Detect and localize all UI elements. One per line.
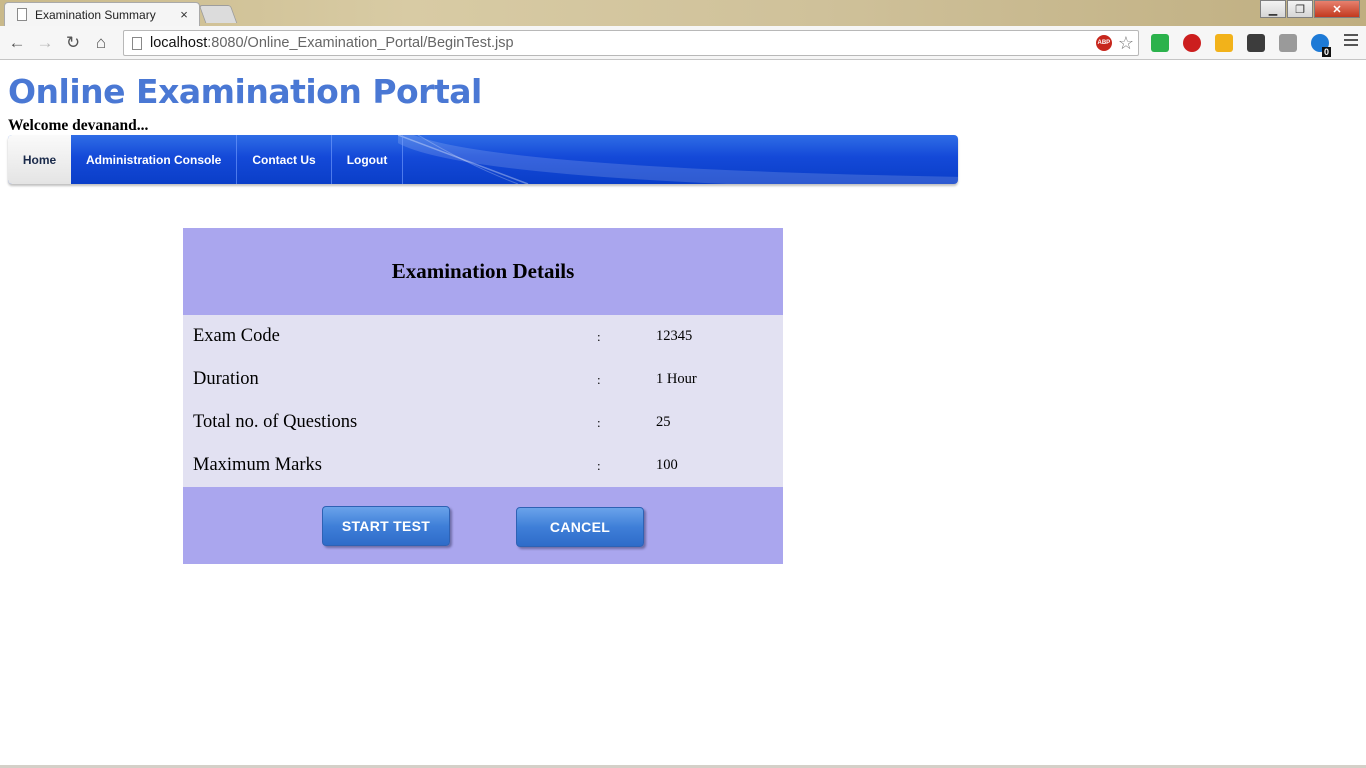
site-title: Online Examination Portal <box>8 72 482 111</box>
detail-value: 100 <box>656 457 678 473</box>
tab-title: Examination Summary <box>35 7 156 22</box>
detail-row-exam-code: Exam Code : 12345 <box>183 315 783 358</box>
detail-row-total-questions: Total no. of Questions : 25 <box>183 401 783 444</box>
nav-administration-console[interactable]: Administration Console <box>71 135 238 184</box>
detail-label: Maximum Marks <box>193 455 322 475</box>
tab-close-icon[interactable]: × <box>177 7 191 22</box>
download-icon[interactable] <box>1276 31 1300 55</box>
back-icon[interactable]: ← <box>3 29 31 57</box>
nav-logout[interactable]: Logout <box>332 135 404 184</box>
v-extension-icon[interactable] <box>1212 31 1236 55</box>
main-navbar: Home Administration Console Contact Us L… <box>8 135 958 184</box>
navbar-swoosh-decoration <box>398 135 958 184</box>
restore-button[interactable]: ❐ <box>1287 0 1313 18</box>
stop-icon[interactable] <box>1180 31 1204 55</box>
details-table: Exam Code : 12345 Duration : 1 Hour Tota… <box>183 315 783 487</box>
new-tab-button[interactable] <box>198 5 238 23</box>
window-titlebar: Examination Summary × ▁ ❐ ✕ <box>0 0 1366 26</box>
detail-row-duration: Duration : 1 Hour <box>183 358 783 401</box>
detail-value: 25 <box>656 414 671 430</box>
detail-value: 12345 <box>656 328 693 344</box>
detail-value: 1 Hour <box>656 371 697 387</box>
detail-label: Total no. of Questions <box>193 412 358 432</box>
panel-actions: START TEST CANCEL <box>183 487 783 564</box>
detail-separator: : <box>597 371 601 387</box>
detail-label: Exam Code <box>193 326 280 346</box>
reload-icon[interactable]: ↻ <box>59 29 87 57</box>
detail-row-maximum-marks: Maximum Marks : 100 <box>183 444 783 487</box>
page-icon <box>132 36 142 50</box>
browser-tab[interactable]: Examination Summary × <box>4 2 200 26</box>
examination-details-panel: Examination Details Exam Code : 12345 Du… <box>183 228 783 564</box>
nav-contact-us[interactable]: Contact Us <box>237 135 332 184</box>
start-test-button[interactable]: START TEST <box>322 506 450 546</box>
close-window-button[interactable]: ✕ <box>1314 0 1360 18</box>
cancel-button[interactable]: CANCEL <box>516 507 644 547</box>
url-text[interactable]: localhost:8080/Online_Examination_Portal… <box>150 35 1096 51</box>
adblock-icon[interactable]: ABP <box>1095 35 1112 51</box>
detail-separator: : <box>597 414 601 430</box>
browser-toolbar: ← → ↻ ⌂ localhost:8080/Online_Examinatio… <box>0 26 1366 60</box>
detail-separator: : <box>597 328 601 344</box>
badge-count: 0 <box>1321 47 1331 57</box>
welcome-text: Welcome devanand... <box>8 117 149 134</box>
address-bar[interactable]: localhost:8080/Online_Examination_Portal… <box>123 30 1139 56</box>
forward-icon[interactable]: → <box>31 29 59 57</box>
feedly-icon[interactable] <box>1148 31 1172 55</box>
menu-icon[interactable] <box>1344 34 1358 49</box>
detail-separator: : <box>597 457 601 473</box>
extensions-area: 0 <box>1148 31 1340 57</box>
window-controls: ▁ ❐ ✕ <box>1259 0 1360 18</box>
nav-home[interactable]: Home <box>8 135 71 184</box>
bookmark-star-icon[interactable]: ☆ <box>1118 33 1134 54</box>
minimize-button[interactable]: ▁ <box>1260 0 1286 18</box>
page-icon <box>17 8 27 21</box>
panel-heading: Examination Details <box>183 228 783 315</box>
evernote-icon[interactable] <box>1244 31 1268 55</box>
detail-label: Duration <box>193 369 259 389</box>
home-icon[interactable]: ⌂ <box>87 29 115 57</box>
badge-extension-icon[interactable]: 0 <box>1308 31 1332 57</box>
